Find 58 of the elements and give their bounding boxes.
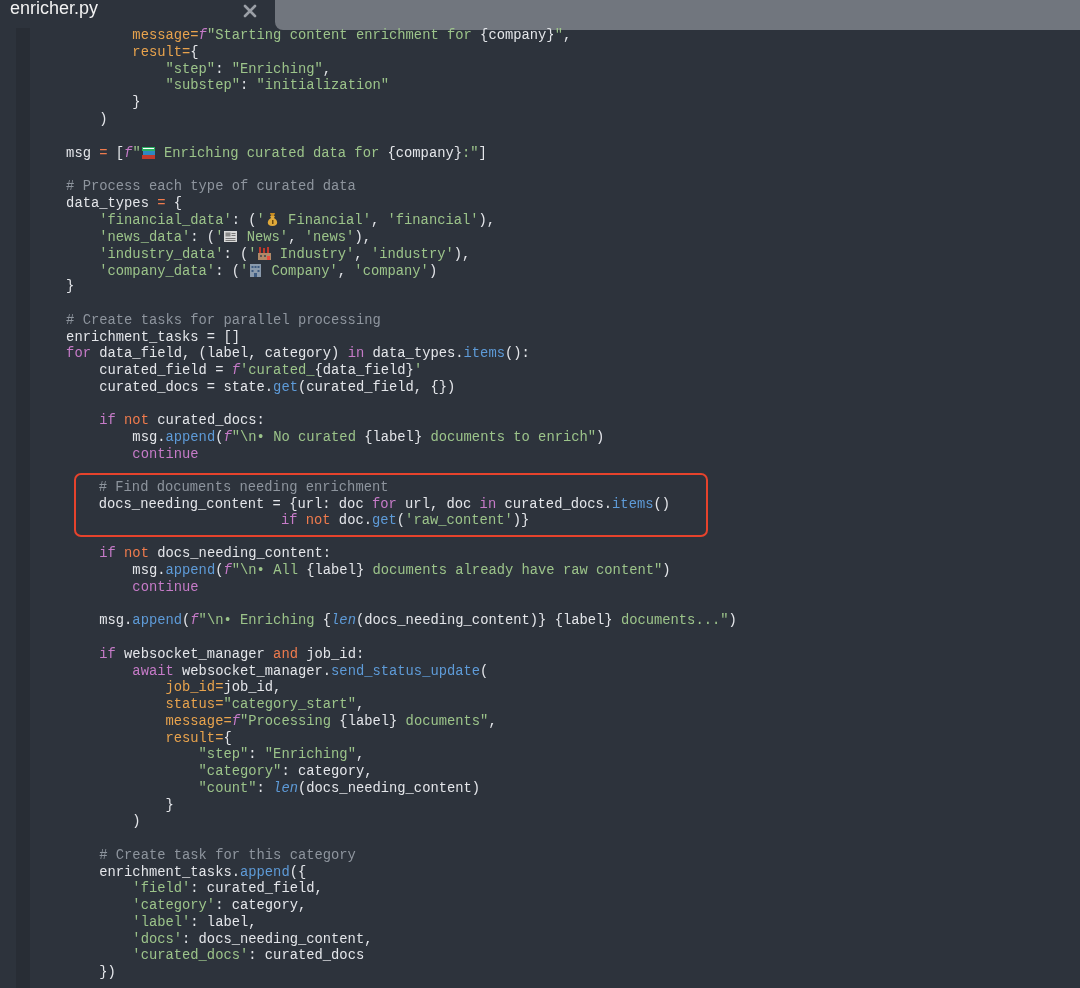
code-line: if not curated_docs: <box>98 413 266 430</box>
code-line: ) <box>98 111 109 129</box>
factory-icon <box>256 245 272 261</box>
code-line: curated_docs = state.get(curated_field, {}) <box>98 379 457 397</box>
code-text: 'financial_data': (' <box>98 213 265 230</box>
code-line: }) <box>98 965 117 982</box>
code-text: 'industry_data': (' <box>98 246 257 264</box>
code-line: "substep": "initialization" <box>164 78 391 95</box>
code-line: } <box>164 797 175 815</box>
code-line: job_id=job_id, <box>164 680 283 697</box>
code-line: "step": "Enriching", <box>164 61 333 78</box>
office-building-icon <box>248 262 264 278</box>
code-line: if not doc.get('raw_content')} <box>279 513 531 530</box>
code-line: enrichment_tasks = [] <box>65 329 241 346</box>
code-line: 'category': category, <box>131 898 308 915</box>
code-line: docs_needing_content = {url: doc for url, doc in curated_docs.items() <box>97 496 672 513</box>
code-line: continue <box>131 579 200 597</box>
code-line: # Create task for this category <box>98 847 357 865</box>
close-icon[interactable] <box>243 4 257 18</box>
code-line: curated_field = f'curated_{data_field}' <box>98 363 424 380</box>
code-line: 'curated_docs': curated_docs <box>131 948 366 965</box>
code-text: Enriching curated data for {company}:"] <box>162 146 487 163</box>
code-line: # Create tasks for parallel processing <box>65 312 382 330</box>
code-line: await websocket_manager.send_status_update( <box>131 663 490 680</box>
code-text: msg = [f" <box>65 146 141 163</box>
code-line: # Process each type of curated data <box>65 178 357 196</box>
code-line: status="category_start", <box>164 697 366 714</box>
books-icon <box>140 145 156 161</box>
code-line: if not docs_needing_content: <box>98 546 333 563</box>
code-text: 'company_data': (' <box>98 263 249 281</box>
code-line: enrichment_tasks.append({ <box>98 864 308 881</box>
code-text: News', 'news'), <box>245 230 371 247</box>
code-line: } <box>131 95 142 112</box>
newspaper-icon <box>223 229 239 244</box>
code-line: 'docs': docs_needing_content, <box>131 931 374 948</box>
code-line: msg.append(f"\n• No curated {label} documents to enrich") <box>131 430 606 447</box>
code-line: "category": category, <box>197 764 374 781</box>
code-line: 'field': curated_field, <box>131 881 324 898</box>
code-text: Industry', 'industry'), <box>278 246 471 264</box>
code-line: data_types = { <box>65 195 184 213</box>
code-line: 'label': label, <box>131 914 258 932</box>
code-line: msg.append(f"\n• Enriching {len(docs_needing_content)} {label} documents...") <box>98 613 738 630</box>
code-line: result={ <box>131 44 200 62</box>
code-line: "step": "Enriching", <box>197 747 366 764</box>
code-line: result={ <box>164 730 233 747</box>
code-text: 'news_data': (' <box>98 230 224 247</box>
code-line: continue <box>131 446 200 464</box>
code-line: } <box>65 279 76 296</box>
code-line: if websocket_manager and job_id: <box>98 646 366 664</box>
code-line: "count": len(docs_needing_content) <box>197 780 482 798</box>
code-line: ) <box>131 814 142 831</box>
code-line: # Find documents needing enrichment <box>97 479 390 497</box>
code-line: message=f"Processing {label} documents", <box>164 713 498 731</box>
code-text: Financial', 'financial'), <box>287 213 496 230</box>
code-line: message=f"Starting content enrichment for {company}", <box>131 28 573 45</box>
code-text: Company', 'company') <box>270 263 438 281</box>
code-line: msg.append(f"\n• All {label} documents already have raw content") <box>131 563 672 580</box>
code-line: for data_field, (label, category) in data_types.items(): <box>65 346 531 363</box>
